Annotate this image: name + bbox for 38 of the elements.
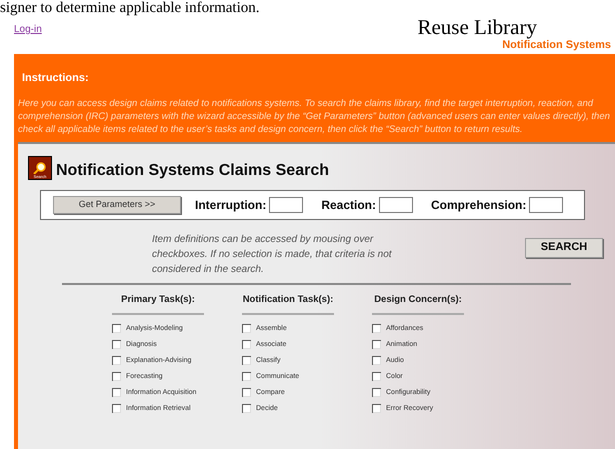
input-field[interactable] bbox=[379, 196, 414, 212]
checkbox[interactable] bbox=[242, 388, 251, 398]
checkbox[interactable] bbox=[372, 324, 381, 334]
instructions-text: Here you can access design claims related to notifications systems. To search the claims library, find the target interruption, reaction, and comprehension (IRC) parameters with the wizard accessible by the “Get Parameters” button (advanced users can enter values directly), then check all applicable items related to the user’s tasks and design concern, then click the “Search” button to return results. bbox=[17, 96, 611, 136]
checkbox[interactable] bbox=[372, 404, 381, 414]
checkbox[interactable] bbox=[112, 388, 121, 398]
get-parameters-button[interactable]: Get Parameters >> bbox=[53, 196, 181, 214]
checkbox[interactable] bbox=[112, 372, 121, 382]
checkbox[interactable] bbox=[112, 324, 121, 334]
checkbox[interactable] bbox=[112, 340, 121, 350]
column-heading: Notification Task(s): bbox=[242, 292, 334, 315]
checkbox[interactable] bbox=[372, 356, 381, 366]
checkbox[interactable] bbox=[242, 404, 251, 414]
cut-off-text: signer to determine applicable information. bbox=[0, 0, 260, 16]
checkbox[interactable] bbox=[242, 340, 251, 350]
field-label: Interruption: bbox=[195, 196, 266, 214]
checkbox[interactable] bbox=[372, 372, 381, 382]
checkbox[interactable] bbox=[242, 356, 251, 366]
input-field[interactable] bbox=[269, 196, 304, 212]
checkbox[interactable] bbox=[372, 340, 381, 350]
checkbox[interactable] bbox=[242, 324, 251, 334]
search-title: Notification Systems Claims Search bbox=[56, 162, 329, 180]
column-heading: Primary Task(s): bbox=[112, 292, 204, 315]
field-label: Comprehension: bbox=[431, 196, 526, 214]
input-field[interactable] bbox=[529, 196, 564, 212]
checkbox[interactable] bbox=[112, 404, 121, 414]
magnifier-icon bbox=[33, 162, 47, 174]
checkbox[interactable] bbox=[372, 388, 381, 398]
login-link[interactable]: Log-in bbox=[14, 22, 42, 37]
column-heading: Design Concern(s): bbox=[372, 292, 464, 315]
search-button[interactable]: SEARCH bbox=[525, 238, 603, 258]
library-title: Reuse Library bbox=[417, 16, 537, 38]
checkbox[interactable] bbox=[112, 356, 121, 366]
checkbox[interactable] bbox=[242, 372, 251, 382]
library-subtitle: Notification Systems bbox=[502, 39, 611, 51]
field-label: Reaction: bbox=[321, 196, 376, 214]
instructions-heading: Instructions: bbox=[21, 71, 90, 86]
note-text: Item definitions can be accessed by mousing over checkboxes. If no selection is made, that criteria is not considered in the search. bbox=[152, 232, 393, 276]
